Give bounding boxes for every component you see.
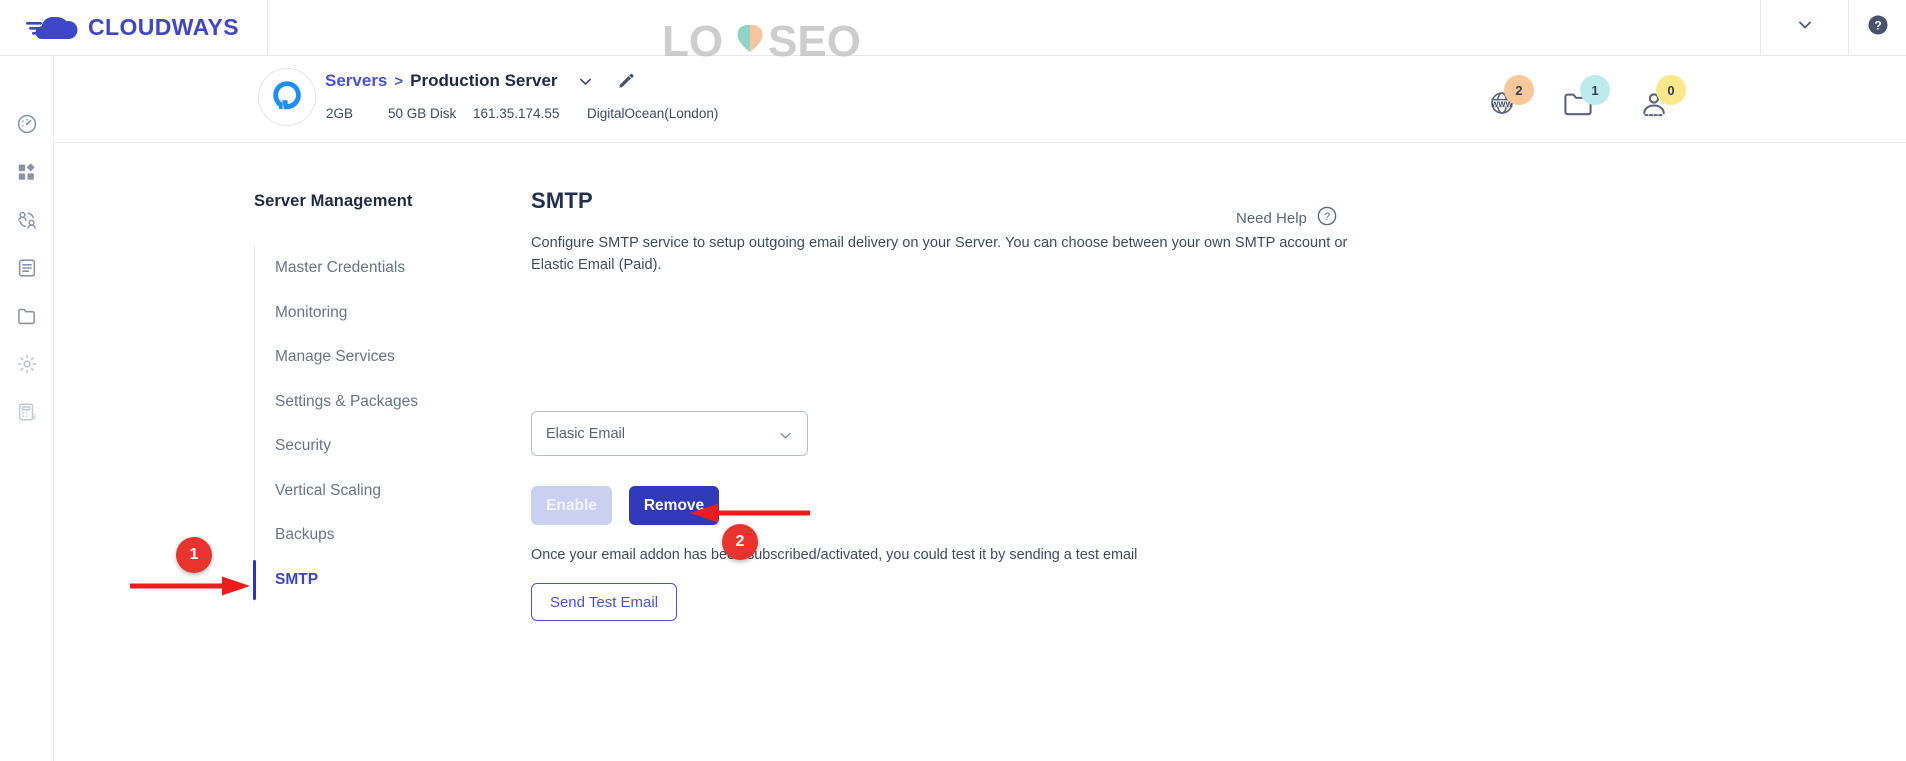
server-switcher-button[interactable] [577, 73, 594, 90]
sidebar-item-monitoring[interactable]: Monitoring [255, 291, 534, 336]
need-help-label: Need Help [1236, 209, 1307, 227]
rail-item-projects[interactable] [7, 292, 47, 340]
counter-projects[interactable]: 1 [1562, 75, 1610, 123]
nav-item-label: Security [275, 437, 331, 455]
smtp-action-buttons: Enable Remove [531, 486, 719, 525]
svg-text:?: ? [1324, 211, 1330, 223]
rail-item-team[interactable] [7, 196, 47, 244]
folder-icon [16, 305, 38, 327]
brand-logo[interactable]: CLOUDWAYS [0, 0, 268, 56]
sidebar-item-manage-services[interactable]: Manage Services [255, 335, 534, 380]
dashboard-gauge-icon [16, 113, 38, 135]
nav-item-label: Monitoring [275, 303, 348, 321]
sidebar-item-master-credentials[interactable]: Master Credentials [255, 246, 534, 291]
main-panel: Server Management Master Credentials Mon… [54, 143, 1906, 761]
left-rail: $ [0, 56, 54, 761]
smtp-content: SMTP Configure SMTP service to setup out… [531, 188, 1431, 276]
counter-team[interactable]: 0 [1638, 75, 1686, 123]
breadcrumb-servers-link[interactable]: Servers [325, 71, 387, 91]
header-counters: WWW 2 1 0 [1486, 75, 1686, 123]
nav-item-label: Settings & Packages [275, 392, 419, 410]
grid-apps-icon [16, 161, 38, 183]
cloudways-cloud-logo-icon [26, 13, 82, 43]
nav-item-label: Vertical Scaling [275, 481, 381, 499]
digitalocean-logo-icon [270, 78, 304, 117]
need-help-link[interactable]: Need Help ? [1236, 206, 1337, 230]
sidebar-item-backups[interactable]: Backups [255, 513, 534, 558]
page-description: Configure SMTP service to setup outgoing… [531, 235, 1348, 273]
counter-projects-badge: 1 [1580, 75, 1610, 105]
account-dropdown-button[interactable] [1760, 0, 1848, 56]
help-button[interactable]: ? [1848, 0, 1906, 56]
enable-button[interactable]: Enable [531, 486, 612, 525]
send-test-email-button[interactable]: Send Test Email [531, 583, 677, 621]
app-root: CLOUDWAYS ? LO SEO $ Servers > Productio… [0, 0, 1906, 761]
question-mark-circle-icon: ? [1317, 206, 1337, 230]
nav-list: Master Credentials Monitoring Manage Ser… [253, 246, 534, 603]
breadcrumb: Servers > Production Server [325, 71, 635, 91]
sidebar-item-settings-packages[interactable]: Settings & Packages [255, 380, 534, 425]
rail-item-applications[interactable] [7, 148, 47, 196]
gear-icon [16, 353, 38, 375]
top-bar-spacer [268, 0, 1760, 56]
provider-avatar [258, 68, 316, 126]
rail-item-dashboard[interactable] [7, 100, 47, 148]
sidebar-item-vertical-scaling[interactable]: Vertical Scaling [255, 469, 534, 514]
sidebar-item-smtp[interactable]: SMTP [253, 558, 534, 603]
server-spec-provider: DigitalOcean(London) [587, 106, 719, 121]
server-header: Servers > Production Server 2GB 50 GB Di… [54, 57, 1906, 143]
heart-icon [737, 25, 763, 52]
breadcrumb-separator: > [394, 72, 404, 90]
nav-item-label: SMTP [275, 570, 319, 588]
server-management-nav: Server Management Master Credentials Mon… [253, 192, 534, 603]
server-spec-ram: 2GB [326, 106, 354, 121]
svg-text:?: ? [1874, 19, 1881, 33]
nav-item-label: Master Credentials [275, 259, 406, 277]
question-mark-circle-icon: ? [1867, 14, 1889, 41]
smtp-provider-selected-value: Elasic Email [546, 425, 625, 442]
billing-calculator-icon: $ [16, 401, 38, 423]
remove-button[interactable]: Remove [629, 486, 719, 525]
chevron-down-icon [1796, 16, 1814, 39]
nav-title: Server Management [254, 192, 413, 210]
rail-item-billing[interactable]: $ [7, 388, 47, 436]
document-list-icon [16, 257, 38, 279]
nav-item-label: Manage Services [275, 348, 395, 366]
rail-item-activity[interactable] [7, 244, 47, 292]
top-bar: CLOUDWAYS ? [0, 0, 1906, 56]
server-spec-ip: 161.35.174.55 [473, 106, 560, 121]
counter-applications-badge: 2 [1504, 75, 1534, 105]
breadcrumb-current-server: Production Server [410, 71, 558, 90]
test-email-hint: Once your email addon has been subscribe… [531, 547, 1138, 563]
team-users-icon [16, 209, 38, 231]
server-spec-disk: 50 GB Disk [388, 106, 457, 121]
chevron-down-icon [778, 428, 793, 447]
rail-item-settings[interactable] [7, 340, 47, 388]
pencil-edit-icon[interactable] [617, 72, 635, 90]
server-specs: 2GB 50 GB Disk 161.35.174.55 DigitalOcea… [326, 106, 718, 121]
nav-item-label: Backups [275, 526, 335, 544]
counter-applications[interactable]: WWW 2 [1486, 75, 1534, 123]
counter-team-badge: 0 [1656, 75, 1686, 105]
brand-name: CLOUDWAYS [88, 14, 239, 40]
smtp-provider-select[interactable]: Elasic Email [531, 411, 808, 456]
svg-text:$: $ [32, 412, 36, 421]
sidebar-item-security[interactable]: Security [255, 424, 534, 469]
